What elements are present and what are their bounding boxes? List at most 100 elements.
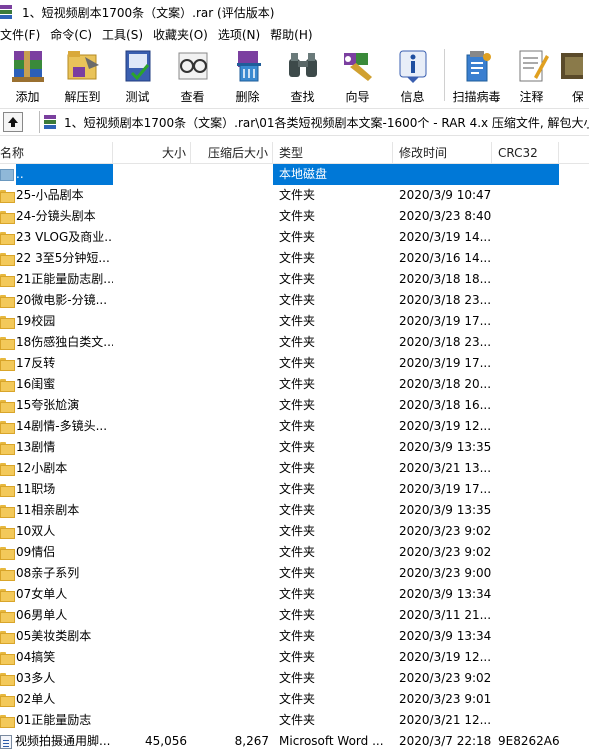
column-header-name[interactable]: 名称: [0, 141, 113, 164]
up-arrow-icon: [8, 117, 18, 127]
file-row[interactable]: 23 VLOG及商业... 文件夹 2020/3/19 14...: [0, 227, 589, 248]
file-row[interactable]: 11相亲剧本 文件夹 2020/3/9 13:35: [0, 500, 589, 521]
add-button[interactable]: 添加: [0, 44, 55, 106]
menu-favorites[interactable]: 收藏夹(O): [153, 26, 214, 43]
extract-to-label: 解压到: [64, 90, 101, 104]
file-name: 11相亲剧本: [16, 503, 80, 517]
column-header-packed[interactable]: 压缩后大小: [191, 141, 273, 164]
file-row[interactable]: 10双人 文件夹 2020/3/23 9:02: [0, 521, 589, 542]
file-row[interactable]: 12小剧本 文件夹 2020/3/21 13...: [0, 458, 589, 479]
folder-icon: [0, 505, 15, 518]
file-row[interactable]: 11职场 文件夹 2020/3/19 17...: [0, 479, 589, 500]
menu-tools[interactable]: 工具(S): [102, 26, 149, 43]
folder-icon: [0, 421, 15, 434]
file-size: [113, 500, 191, 521]
file-modified: 2020/3/9 10:47: [399, 188, 492, 202]
file-size: [113, 605, 191, 626]
file-row[interactable]: 24-分镜头剧本 文件夹 2020/3/23 8:40: [0, 206, 589, 227]
folder-icon: [0, 673, 15, 686]
file-type: 文件夹: [279, 503, 316, 517]
file-row[interactable]: 09情侣 文件夹 2020/3/23 9:02: [0, 542, 589, 563]
file-row[interactable]: 13剧情 文件夹 2020/3/9 13:35: [0, 437, 589, 458]
file-row[interactable]: 25-小品剧本 文件夹 2020/3/9 10:47: [0, 185, 589, 206]
test-button[interactable]: 测试: [110, 44, 165, 106]
file-packed-size: [191, 500, 273, 521]
menu-help[interactable]: 帮助(H): [270, 26, 318, 43]
file-row[interactable]: 03多人 文件夹 2020/3/23 9:02: [0, 668, 589, 689]
file-type: 文件夹: [279, 629, 316, 643]
file-modified: 2020/3/19 14...: [399, 230, 492, 244]
column-header-crc32[interactable]: CRC32: [492, 141, 559, 164]
file-size: [113, 290, 191, 311]
file-type: 本地磁盘: [273, 164, 393, 185]
file-row[interactable]: 14剧情-多镜头... 文件夹 2020/3/19 12...: [0, 416, 589, 437]
menu-file[interactable]: 文件(F): [0, 26, 46, 43]
file-name-cell: 23 VLOG及商业...: [0, 227, 113, 248]
info-button[interactable]: 信息: [385, 44, 440, 106]
file-row[interactable]: 视频拍摄通用脚... 45,056 8,267 Microsoft Word ... 2…: [0, 731, 589, 752]
test-label: 测试: [125, 90, 150, 104]
file-name-cell: 12小剧本: [0, 458, 113, 479]
virus-scan-button[interactable]: 扫描病毒: [449, 44, 504, 106]
file-row[interactable]: 06男单人 文件夹 2020/3/11 21...: [0, 605, 589, 626]
file-row[interactable]: 04搞笑 文件夹 2020/3/19 12...: [0, 647, 589, 668]
protect-button[interactable]: 保: [559, 44, 583, 106]
path-field[interactable]: 1、短视频剧本1700条（文案）.rar\01各类短视频剧本文案-1600个 -…: [39, 111, 589, 133]
file-packed-size: [191, 332, 273, 353]
file-name-cell: 视频拍摄通用脚...: [0, 731, 113, 752]
file-row[interactable]: 21正能量励志剧... 文件夹 2020/3/18 18...: [0, 269, 589, 290]
file-type: 文件夹: [279, 377, 316, 391]
file-crc32: [492, 500, 559, 521]
file-packed-size: [191, 689, 273, 710]
menu-commands[interactable]: 命令(C): [50, 26, 98, 43]
file-row[interactable]: 07女单人 文件夹 2020/3/9 13:34: [0, 584, 589, 605]
file-type: 文件夹: [279, 671, 316, 685]
delete-icon: [236, 51, 261, 82]
file-row[interactable]: 02单人 文件夹 2020/3/23 9:01: [0, 689, 589, 710]
toolbar: 添加 解压到 测试 查看 删除 查找 向导 信息 扫描病毒 注释 保: [0, 44, 589, 106]
up-folder-button[interactable]: [3, 112, 23, 132]
file-name: 05美妆类剧本: [16, 629, 92, 643]
column-header-type[interactable]: 类型: [273, 141, 393, 164]
view-button[interactable]: 查看: [165, 44, 220, 106]
file-type: 文件夹: [279, 335, 316, 349]
window-title: 1、短视频剧本1700条（文案）.rar (评估版本): [22, 5, 275, 20]
column-header-modified[interactable]: 修改时间: [393, 141, 492, 164]
file-name: 04搞笑: [16, 650, 56, 664]
file-crc32: [492, 269, 559, 290]
file-row[interactable]: 15夸张尬演 文件夹 2020/3/18 16...: [0, 395, 589, 416]
file-packed-size: [191, 416, 273, 437]
column-header-size[interactable]: 大小: [113, 141, 191, 164]
file-size: [113, 584, 191, 605]
file-modified: [393, 164, 492, 185]
add-label: 添加: [15, 90, 40, 104]
extract-to-button[interactable]: 解压到: [55, 44, 110, 106]
file-row[interactable]: 17反转 文件夹 2020/3/19 17...: [0, 353, 589, 374]
file-name-cell: 11职场: [0, 479, 113, 500]
file-name: 17反转: [16, 356, 56, 370]
comment-button[interactable]: 注释: [504, 44, 559, 106]
file-size: [113, 647, 191, 668]
file-row[interactable]: 20微电影-分镜... 文件夹 2020/3/18 23...: [0, 290, 589, 311]
file-packed-size: [191, 626, 273, 647]
menu-options[interactable]: 选项(N): [218, 26, 266, 43]
file-row[interactable]: 01正能量励志 文件夹 2020/3/21 12...: [0, 710, 589, 731]
folder-icon: [0, 232, 15, 245]
file-size: [113, 206, 191, 227]
file-crc32: [492, 332, 559, 353]
file-packed-size: [191, 521, 273, 542]
file-modified: 2020/3/21 13...: [399, 461, 492, 475]
file-row[interactable]: .. 本地磁盘: [0, 164, 589, 185]
file-row[interactable]: 22 3至5分钟短... 文件夹 2020/3/16 14...: [0, 248, 589, 269]
file-row[interactable]: 05美妆类剧本 文件夹 2020/3/9 13:34: [0, 626, 589, 647]
file-type: 文件夹: [279, 650, 316, 664]
file-row[interactable]: 16闺蜜 文件夹 2020/3/18 20...: [0, 374, 589, 395]
wizard-button[interactable]: 向导: [330, 44, 385, 106]
find-button[interactable]: 查找: [275, 44, 330, 106]
file-row[interactable]: 19校园 文件夹 2020/3/19 17...: [0, 311, 589, 332]
file-row[interactable]: 18伤感独白类文... 文件夹 2020/3/18 23...: [0, 332, 589, 353]
file-name-cell: 18伤感独白类文...: [0, 332, 113, 353]
delete-button[interactable]: 删除: [220, 44, 275, 106]
file-type: 文件夹: [279, 230, 316, 244]
file-row[interactable]: 08亲子系列 文件夹 2020/3/23 9:00: [0, 563, 589, 584]
